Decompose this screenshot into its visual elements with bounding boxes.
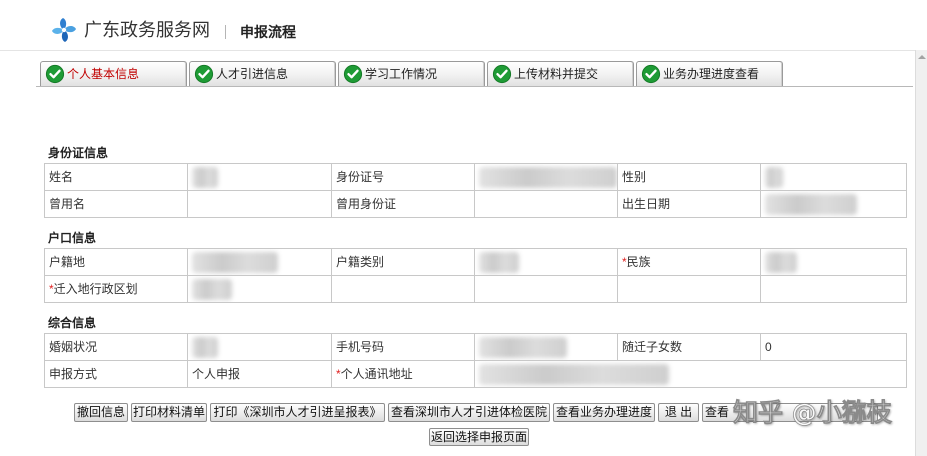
view-more-button[interactable]: 查看 (702, 403, 878, 422)
hukou-type-label: 户籍类别 (331, 248, 475, 276)
action-bar: 撤回信息 打印材料清单 打印《深圳市人才引进呈报表》 查看深圳市人才引进体检医院… (74, 403, 878, 422)
content-top-border (0, 50, 915, 51)
former-name-label: 曾用名 (44, 190, 188, 218)
tab-label: 学习工作情况 (365, 67, 438, 81)
address-label-cell: *个人通讯地址 (331, 360, 475, 388)
redacted-value (479, 166, 617, 188)
marital-status-label: 婚姻状况 (44, 333, 188, 361)
apply-method-value: 个人申报 (187, 360, 332, 388)
apply-method-label: 申报方式 (44, 360, 188, 388)
name-value (187, 163, 332, 191)
general-info-table: 婚姻状况 手机号码 随迁子女数 0 申报方式 个人申报 *个人通讯地址 (44, 333, 907, 388)
tab-bar-divider (36, 86, 913, 87)
gender-label: 性别 (617, 163, 761, 191)
table-row: 姓名 身份证号 性别 (44, 163, 907, 191)
id-info-section: 身份证信息 姓名 身份证号 性别 曾用名 曾用身份证 出生日期 (44, 146, 907, 218)
birth-date-label: 出生日期 (617, 190, 761, 218)
table-row: 曾用名 曾用身份证 出生日期 (44, 190, 907, 218)
tab-label: 人才引进信息 (216, 67, 289, 81)
children-count-label: 随迁子女数 (617, 333, 761, 361)
tab-progress[interactable]: 业务办理进度查看 (636, 61, 783, 86)
hukou-place-label: 户籍地 (44, 248, 188, 276)
redacted-value (479, 363, 669, 385)
ethnicity-value (760, 248, 907, 276)
redacted-value (192, 251, 278, 273)
table-row: 户籍地 户籍类别 *民族 (44, 248, 907, 276)
view-hospitals-button[interactable]: 查看深圳市人才引进体检医院 (388, 403, 550, 422)
redacted-value (765, 193, 857, 215)
scroll-up-arrow-icon[interactable] (918, 55, 926, 59)
check-circle-icon (194, 64, 214, 84)
header-divider (225, 25, 226, 39)
address-value (474, 360, 907, 388)
section-title: 身份证信息 (48, 146, 109, 160)
tab-personal-info[interactable]: 个人基本信息 (40, 61, 187, 86)
children-count-value: 0 (760, 333, 907, 361)
table-row: *迁入地行政区划 (44, 275, 907, 303)
site-header: 广东政务服务网 申报流程 (0, 0, 915, 50)
empty-cell (617, 275, 761, 303)
id-number-value (474, 163, 618, 191)
gender-value (760, 163, 907, 191)
table-row: 婚姻状况 手机号码 随迁子女数 0 (44, 333, 907, 361)
guangdong-gov-logo-icon[interactable] (50, 16, 78, 44)
tab-upload-submit[interactable]: 上传材料并提交 (487, 61, 634, 86)
empty-cell (474, 275, 618, 303)
id-number-label: 身份证号 (331, 163, 475, 191)
exit-button[interactable]: 退 出 (658, 403, 699, 422)
move-in-region-label: 迁入地行政区划 (53, 282, 138, 296)
withdraw-button[interactable]: 撤回信息 (74, 403, 128, 422)
former-id-label: 曾用身份证 (331, 190, 475, 218)
vertical-scrollbar[interactable] (915, 50, 927, 456)
empty-cell (331, 275, 475, 303)
hukou-type-value (474, 248, 618, 276)
hukou-place-value (187, 248, 332, 276)
empty-cell (760, 275, 907, 303)
check-circle-icon (641, 64, 661, 84)
redacted-value (192, 166, 218, 188)
step-tabs: 个人基本信息 人才引进信息 学习工作情况 上传材料并提交 业务办理进度查看 (40, 61, 783, 86)
hukou-info-section: 户口信息 户籍地 户籍类别 *民族 *迁入地行政区划 (44, 231, 907, 303)
move-in-region-value (187, 275, 332, 303)
redacted-value (479, 336, 567, 358)
check-circle-icon (45, 64, 65, 84)
tab-label: 上传材料并提交 (514, 67, 599, 81)
former-name-value (187, 190, 332, 218)
mobile-label: 手机号码 (331, 333, 475, 361)
ethnicity-label-cell: *民族 (617, 248, 761, 276)
check-circle-icon (492, 64, 512, 84)
redacted-value (192, 336, 218, 358)
ethnicity-label: 民族 (626, 255, 651, 269)
name-label: 姓名 (44, 163, 188, 191)
print-report-button[interactable]: 打印《深圳市人才引进呈报表》 (210, 403, 385, 422)
move-in-region-label-cell: *迁入地行政区划 (44, 275, 188, 303)
back-to-selection-button[interactable]: 返回选择申报页面 (429, 428, 529, 446)
redacted-value (765, 166, 783, 188)
tab-label: 业务办理进度查看 (663, 67, 760, 81)
birth-date-value (760, 190, 907, 218)
section-title: 综合信息 (48, 316, 97, 330)
section-title: 户口信息 (48, 231, 97, 245)
marital-status-value (187, 333, 332, 361)
hukou-info-table: 户籍地 户籍类别 *民族 *迁入地行政区划 (44, 248, 907, 303)
redacted-value (479, 251, 519, 273)
check-circle-icon (343, 64, 363, 84)
address-label: 个人通讯地址 (340, 367, 413, 381)
print-checklist-button[interactable]: 打印材料清单 (131, 403, 207, 422)
general-info-section: 综合信息 婚姻状况 手机号码 随迁子女数 0 申报方式 个人申报 *个人通讯地址 (44, 316, 907, 388)
former-id-value (474, 190, 618, 218)
tab-label: 个人基本信息 (67, 67, 140, 81)
page-title: 申报流程 (240, 24, 296, 40)
tab-talent-info[interactable]: 人才引进信息 (189, 61, 336, 86)
redacted-value (765, 251, 797, 273)
id-info-table: 姓名 身份证号 性别 曾用名 曾用身份证 出生日期 (44, 163, 907, 218)
redacted-value (192, 278, 232, 300)
view-progress-button[interactable]: 查看业务办理进度 (553, 403, 655, 422)
tab-study-work[interactable]: 学习工作情况 (338, 61, 485, 86)
mobile-value (474, 333, 618, 361)
site-name[interactable]: 广东政务服务网 (84, 19, 210, 41)
table-row: 申报方式 个人申报 *个人通讯地址 (44, 360, 907, 388)
